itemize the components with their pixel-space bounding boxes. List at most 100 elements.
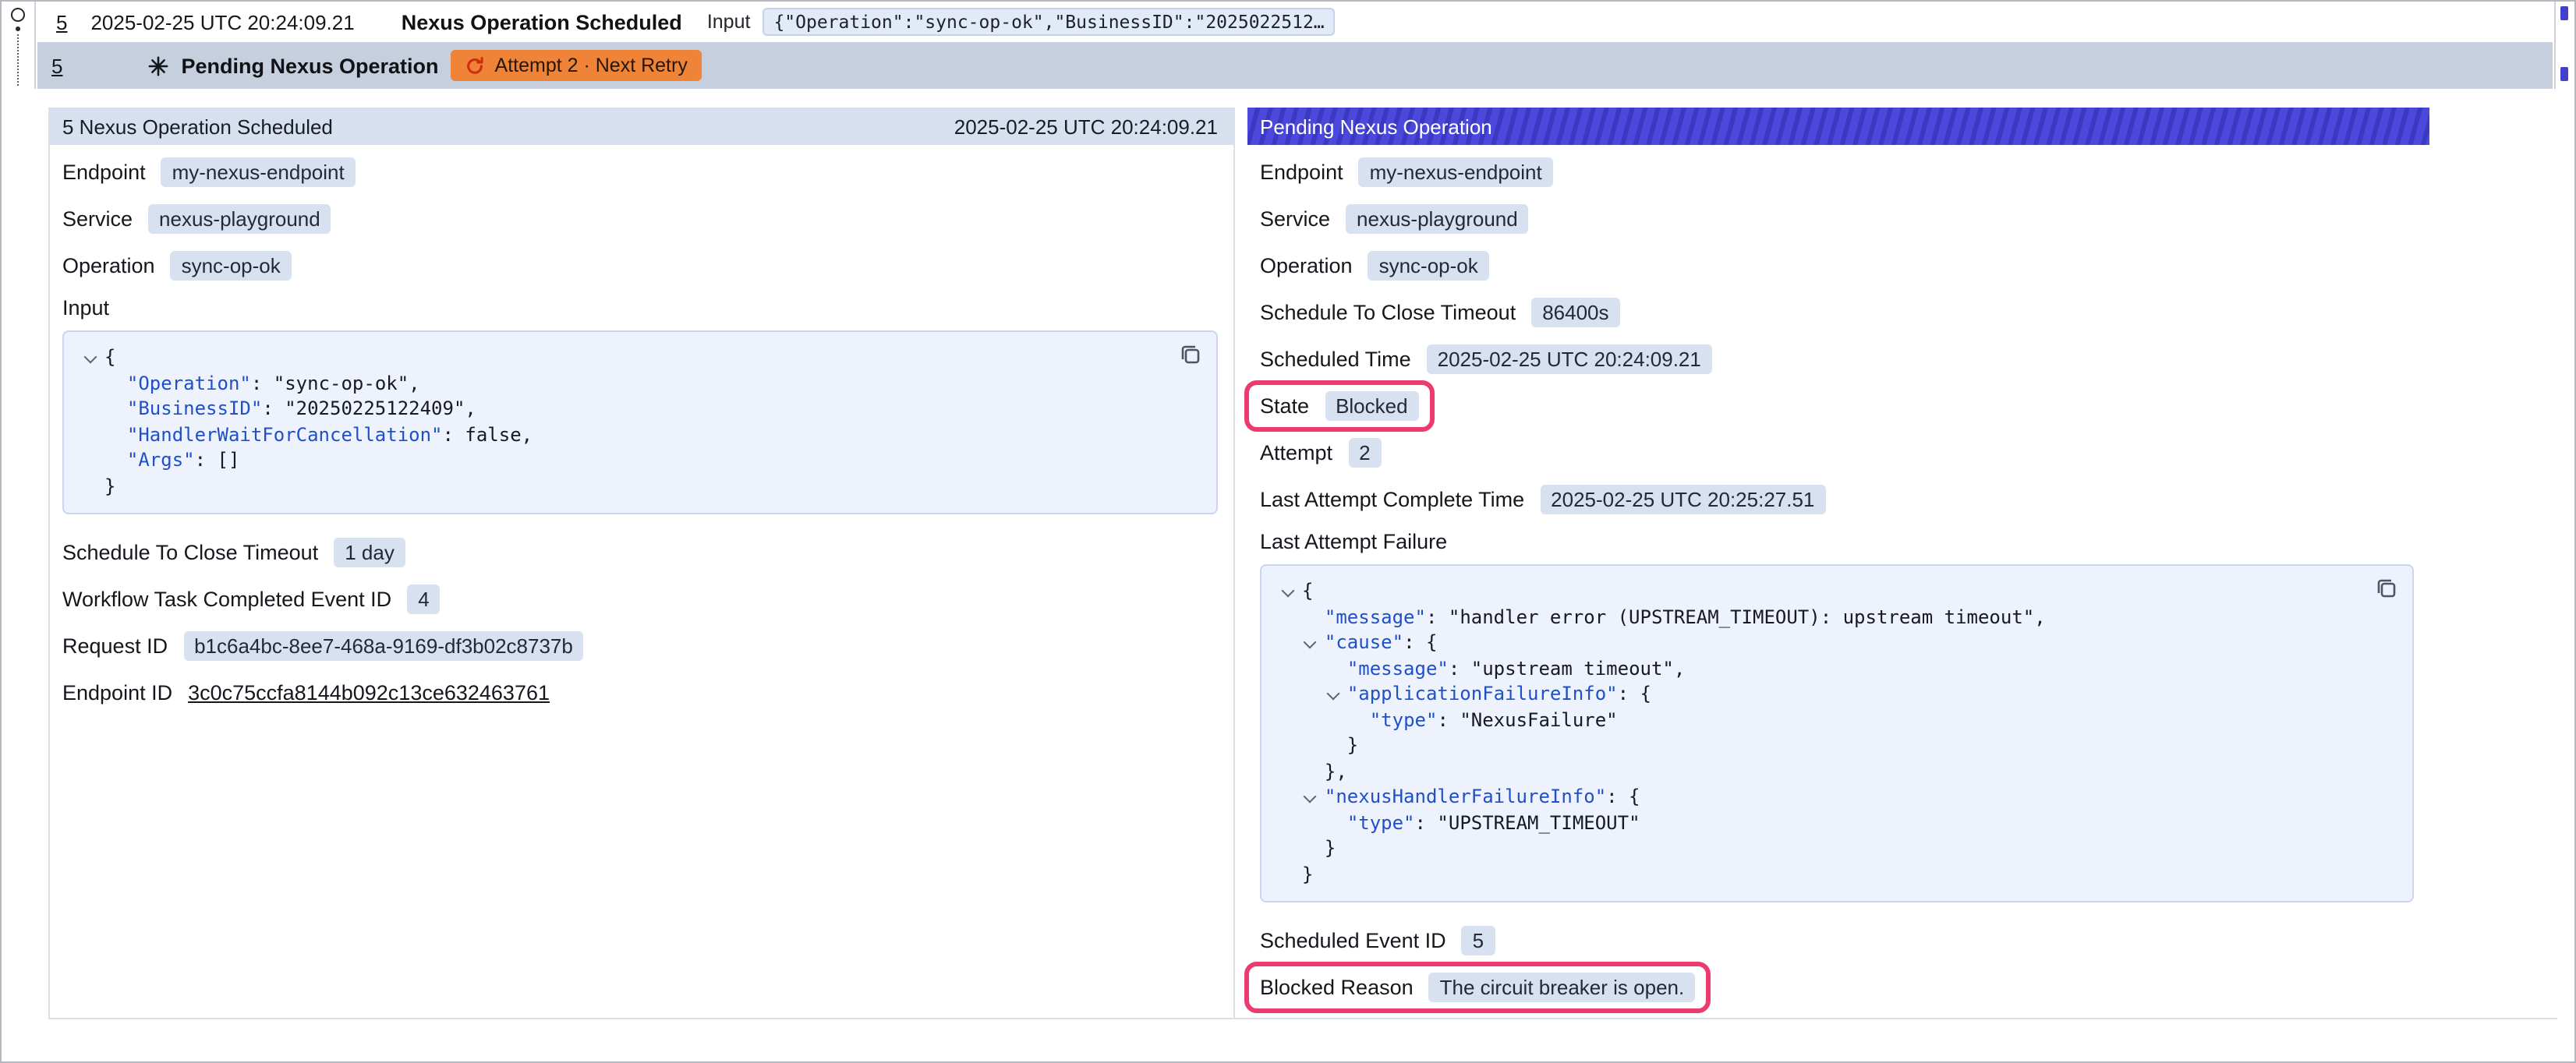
- code-line: "message": "handler error (UPSTREAM_TIME…: [1277, 604, 2397, 630]
- asterisk-icon: [148, 55, 168, 76]
- chevron-down-icon[interactable]: [1304, 636, 1318, 650]
- temporal-event-history-view: 5 2025-02-25 UTC 20:24:09.21 Nexus Opera…: [0, 0, 2576, 1063]
- field-row-last-attempt-complete-time: Last Attempt Complete Time 2025-02-25 UTC…: [1260, 483, 2423, 516]
- field-value-badge: nexus-playground: [148, 204, 331, 234]
- field-value-link[interactable]: 3c0c75ccfa8144b092c13ce632463761: [188, 681, 550, 705]
- event-history-compact-rows: 5 2025-02-25 UTC 20:24:09.21 Nexus Opera…: [2, 2, 2574, 89]
- field-list: Schedule To Close Timeout 1 day Workflow T…: [62, 536, 1227, 709]
- field-label: Endpoint ID: [62, 681, 172, 705]
- code-line: }: [1277, 733, 2397, 758]
- code-line: },: [1277, 758, 2397, 784]
- field-label: Last Attempt Complete Time: [1260, 488, 1524, 511]
- failure-section-label: Last Attempt Failure: [1260, 530, 2423, 553]
- event-id-link[interactable]: 5: [51, 54, 62, 77]
- event-input-preview[interactable]: {"Operation":"sync-op-ok","BusinessID":"…: [763, 8, 1335, 36]
- event-id-link[interactable]: 5: [56, 10, 67, 34]
- event-detail-panels: 5 Nexus Operation Scheduled 2025-02-25 U…: [48, 108, 2557, 1019]
- minimap-marker[interactable]: [2560, 6, 2568, 20]
- field-value-badge: my-nexus-endpoint: [161, 157, 356, 187]
- field-label: Endpoint: [62, 161, 146, 184]
- field-label: Workflow Task Completed Event ID: [62, 588, 391, 611]
- field-label: Schedule To Close Timeout: [1260, 301, 1516, 324]
- code-line: "HandlerWaitForCancellation": false,: [80, 422, 1201, 447]
- retry-attempt-badge: Attempt 2 · Next Retry: [451, 50, 702, 81]
- field-label: Schedule To Close Timeout: [62, 541, 318, 564]
- chevron-down-icon[interactable]: [1327, 687, 1341, 701]
- field-row-attempt: Attempt2: [1260, 436, 2423, 469]
- field-value-badge: 2: [1348, 438, 1381, 468]
- timeline-dot-icon: [16, 26, 20, 31]
- field-label: Service: [1260, 207, 1330, 231]
- field-value-badge: nexus-playground: [1346, 204, 1529, 234]
- field-label: Scheduled Event ID: [1260, 929, 1446, 952]
- code-line: "applicationFailureInfo": {: [1277, 681, 2397, 707]
- field-list: Endpoint my-nexus-endpoint Service nexus-pl…: [62, 156, 1227, 282]
- field-value-badge: 2025-02-25 UTC 20:24:09.21: [1427, 344, 1712, 374]
- field-row-operation: Operationsync-op-ok: [62, 249, 1227, 282]
- input-json-viewer: { "Operation": "sync-op-ok", "BusinessID…: [62, 330, 1218, 514]
- code-line: "type": "NexusFailure": [1277, 707, 2397, 733]
- field-value-badge: 2025-02-25 UTC 20:25:27.51: [1540, 485, 1825, 514]
- field-row-workflow-task-completed-event-id: Workflow Task Completed Event ID 4: [62, 583, 1227, 616]
- field-label: Service: [62, 207, 133, 231]
- code-line: }: [1277, 835, 2397, 861]
- code-line: "message": "upstream timeout",: [1277, 655, 2397, 681]
- chevron-down-icon[interactable]: [84, 351, 98, 365]
- pending-panel-header: Pending Nexus Operation: [1247, 108, 2429, 145]
- field-row-endpoint: Endpoint my-nexus-endpoint: [62, 156, 1227, 189]
- field-value-badge: 5: [1462, 926, 1495, 955]
- pending-panel-body: Endpoint my-nexus-endpoint Service nexus-pl…: [1247, 145, 2429, 1004]
- field-row-service: Service nexus-playground: [1260, 203, 2423, 235]
- event-row-pending-nexus-operation[interactable]: 5 Pending Nexus Operation: [37, 42, 2553, 89]
- event-input-label: Input: [707, 11, 751, 33]
- field-label: Operation: [62, 254, 155, 277]
- event-row-nexus-operation-scheduled[interactable]: 5 2025-02-25 UTC 20:24:09.21 Nexus Opera…: [37, 2, 2553, 42]
- field-value-badge: 86400s: [1531, 298, 1619, 327]
- field-row-scheduled-time: Scheduled Time2025-02-25 UTC 20:24:09.21: [1260, 343, 2423, 376]
- code-line: "Args": []: [80, 447, 1201, 473]
- field-row-endpoint: Endpoint my-nexus-endpoint: [1260, 156, 2423, 189]
- field-label: Operation: [1260, 254, 1353, 277]
- field-value-badge: 1 day: [334, 538, 405, 567]
- field-value-badge: sync-op-ok: [1368, 251, 1489, 281]
- field-row-scheduled-event-id: Scheduled Event ID 5: [1260, 924, 2423, 957]
- scheduled-panel-body: Endpoint my-nexus-endpoint Service nexus-pl…: [50, 145, 1233, 709]
- field-label: State: [1260, 394, 1309, 418]
- event-title: Nexus Operation Scheduled: [402, 10, 682, 34]
- field-label: Request ID: [62, 634, 168, 658]
- field-row-operation: Operation sync-op-ok: [1260, 249, 2423, 282]
- field-value-badge: Blocked: [1325, 391, 1419, 421]
- code-line: {: [80, 344, 1201, 370]
- event-title: Pending Nexus Operation: [181, 54, 438, 77]
- json-code: { "message": "handler error (UPSTREAM_TI…: [1277, 578, 2397, 887]
- scheduled-event-panel: 5 Nexus Operation Scheduled 2025-02-25 U…: [48, 108, 1235, 1018]
- timeline-connector-line: [17, 34, 19, 86]
- input-section-label: Input: [62, 296, 1227, 320]
- field-row-state: State Blocked: [1260, 390, 2423, 422]
- field-value-badge: b1c6a4bc-8ee7-468a-9169-df3b02c8737b: [183, 631, 584, 661]
- field-row-request-id: Request ID b1c6a4bc-8ee7-468a-9169-df3b02…: [62, 630, 1227, 662]
- code-line: "nexusHandlerFailureInfo": {: [1277, 784, 2397, 810]
- minimap-marker[interactable]: [2560, 67, 2568, 81]
- panel-title: Pending Nexus Operation: [1260, 115, 1492, 138]
- field-row-endpoint-id: Endpoint ID 3c0c75ccfa8144b092c13ce632463…: [62, 676, 1227, 709]
- event-rows: 5 2025-02-25 UTC 20:24:09.21 Nexus Opera…: [37, 2, 2553, 89]
- field-value-badge: 4: [407, 584, 440, 614]
- pending-operation-panel: Pending Nexus Operation Endpoint my-nexus…: [1247, 108, 2429, 1018]
- chevron-down-icon[interactable]: [1282, 584, 1296, 599]
- code-line: "Operation": "sync-op-ok",: [80, 370, 1201, 396]
- field-row-schedule-to-close-timeout: Schedule To Close Timeout 1 day: [62, 536, 1227, 569]
- retry-badge-label: Attempt 2 · Next Retry: [495, 55, 688, 76]
- chevron-down-icon[interactable]: [1304, 790, 1318, 804]
- field-value-badge: my-nexus-endpoint: [1359, 157, 1553, 187]
- field-row-service: Service nexus-playground: [62, 203, 1227, 235]
- field-value-badge: The circuit breaker is open.: [1429, 973, 1696, 1002]
- field-list: Scheduled Event ID5Blocked ReasonThe cir…: [1260, 924, 2423, 1004]
- timeline-node-icon: [11, 8, 25, 22]
- scheduled-panel-header: 5 Nexus Operation Scheduled 2025-02-25 U…: [50, 108, 1233, 145]
- code-line: "type": "UPSTREAM_TIMEOUT": [1277, 810, 2397, 835]
- panel-timestamp: 2025-02-25 UTC 20:24:09.21: [954, 115, 1218, 138]
- field-label: Endpoint: [1260, 161, 1343, 184]
- retry-icon: [465, 55, 486, 76]
- json-code: { "Operation": "sync-op-ok", "BusinessID…: [80, 344, 1201, 499]
